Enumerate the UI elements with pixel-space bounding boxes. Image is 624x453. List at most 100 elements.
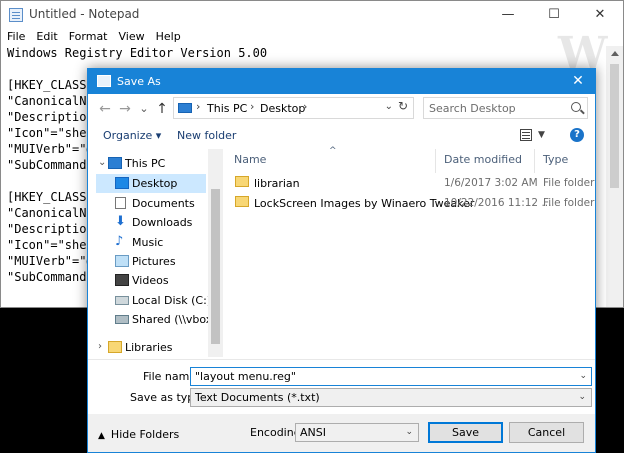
menu-file[interactable]: File bbox=[1, 28, 30, 43]
file-row[interactable]: librarian 1/6/2017 3:02 AM File folder bbox=[225, 173, 594, 193]
scroll-up-arrow-icon[interactable] bbox=[611, 51, 619, 56]
new-folder-button[interactable]: New folder bbox=[177, 129, 236, 142]
dialog-titlebar: Save As ✕ bbox=[88, 69, 595, 94]
text-line: Windows Registry Editor Version 5.00 bbox=[7, 46, 268, 60]
dropdown-arrow-icon[interactable]: ⌄ bbox=[579, 371, 587, 381]
disk-icon bbox=[115, 296, 129, 305]
expand-chevron-icon[interactable]: ⌄ bbox=[98, 157, 106, 168]
scrollbar-thumb[interactable] bbox=[211, 189, 220, 344]
file-name: librarian bbox=[254, 177, 300, 190]
search-placeholder: Search Desktop bbox=[429, 102, 516, 115]
nav-item-libraries[interactable]: › Libraries bbox=[96, 338, 206, 357]
column-divider[interactable] bbox=[435, 149, 436, 173]
view-options-icon[interactable] bbox=[520, 129, 532, 141]
encoding-select[interactable]: ANSI ⌄ bbox=[295, 423, 419, 442]
command-toolbar: Organize ▾ New folder ▼ ? bbox=[88, 125, 595, 147]
menu-edit[interactable]: Edit bbox=[30, 28, 62, 43]
cancel-button[interactable]: Cancel bbox=[509, 422, 584, 443]
nav-item-label: Libraries bbox=[125, 341, 173, 354]
up-arrow-icon[interactable]: ↑ bbox=[152, 99, 172, 119]
dialog-title: Save As bbox=[117, 75, 161, 88]
address-dropdown-icon[interactable]: ⌄ bbox=[385, 101, 393, 112]
menu-format[interactable]: Format bbox=[63, 28, 113, 43]
view-dropdown-icon[interactable]: ▼ bbox=[538, 130, 545, 140]
refresh-icon[interactable]: ↻ bbox=[395, 99, 411, 117]
nav-item-label: Documents bbox=[132, 197, 195, 210]
nav-item-label: Music bbox=[132, 236, 164, 249]
sort-arrow-icon: ^ bbox=[329, 146, 337, 156]
breadcrumb-separator[interactable]: › bbox=[196, 100, 200, 113]
network-drive-icon bbox=[115, 315, 129, 324]
file-row[interactable]: LockScreen Images by Winaero Tweaker 10/… bbox=[225, 193, 594, 213]
column-header-date[interactable]: Date modified bbox=[444, 153, 522, 166]
encoding-value: ANSI bbox=[300, 426, 326, 439]
nav-item-label: Desktop bbox=[132, 177, 178, 190]
notepad-vertical-scrollbar[interactable] bbox=[606, 46, 623, 307]
scrollbar-thumb[interactable] bbox=[610, 64, 619, 188]
back-arrow-icon[interactable]: ← bbox=[95, 99, 115, 119]
nav-item-downloads[interactable]: ⬇ Downloads bbox=[96, 213, 206, 232]
nav-item-music[interactable]: ♪ Music bbox=[96, 233, 206, 252]
nav-item-pictures[interactable]: Pictures bbox=[96, 252, 206, 271]
forward-arrow-icon[interactable]: → bbox=[115, 99, 135, 119]
desktop-icon bbox=[115, 177, 129, 189]
pc-icon bbox=[108, 157, 122, 169]
file-name: LockScreen Images by Winaero Tweaker bbox=[254, 197, 475, 210]
dropdown-arrow-icon[interactable]: ⌄ bbox=[405, 427, 413, 437]
music-icon: ♪ bbox=[115, 234, 124, 249]
column-divider[interactable] bbox=[534, 149, 535, 173]
file-list: Name ^ Date modified Type librarian 1/6/… bbox=[225, 146, 595, 437]
pictures-icon bbox=[115, 255, 129, 267]
nav-item-local-disk[interactable]: Local Disk (C:) bbox=[96, 291, 211, 310]
pc-icon bbox=[178, 103, 192, 113]
file-name-input[interactable]: "layout menu.reg" ⌄ bbox=[190, 367, 592, 386]
navigation-pane: ⌄ This PC Desktop Documents ⬇ Downloads … bbox=[96, 149, 223, 357]
address-row: ← → ⌄ ↑ › This PC › Desktop › ⌄ ↻ Search… bbox=[88, 94, 595, 125]
nav-item-label: This PC bbox=[125, 157, 166, 170]
save-as-type-value: Text Documents (*.txt) bbox=[195, 391, 320, 404]
documents-icon bbox=[115, 197, 126, 209]
organize-button[interactable]: Organize ▾ bbox=[103, 129, 161, 142]
downloads-icon: ⬇ bbox=[115, 214, 126, 229]
search-box[interactable]: Search Desktop bbox=[423, 97, 588, 119]
file-type: File folder bbox=[543, 197, 595, 209]
nav-item-label: Pictures bbox=[132, 255, 176, 268]
minimize-button[interactable]: — bbox=[485, 1, 531, 28]
expand-chevron-icon[interactable]: › bbox=[98, 341, 102, 352]
dialog-close-button[interactable]: ✕ bbox=[561, 69, 595, 94]
maximize-button[interactable]: ☐ bbox=[531, 1, 577, 28]
close-button[interactable]: ✕ bbox=[577, 1, 623, 28]
nav-item-videos[interactable]: Videos bbox=[96, 271, 206, 290]
nav-item-label: Downloads bbox=[132, 216, 193, 229]
hide-folders-button[interactable]: ▲ Hide Folders bbox=[98, 428, 179, 441]
breadcrumb-separator[interactable]: › bbox=[303, 100, 307, 113]
save-as-icon bbox=[97, 75, 111, 87]
breadcrumb-desktop[interactable]: Desktop bbox=[260, 102, 305, 115]
nav-item-label: Videos bbox=[132, 274, 169, 287]
save-as-dialog: Save As ✕ ← → ⌄ ↑ › This PC › Desktop › … bbox=[87, 68, 596, 453]
file-name-value: "layout menu.reg" bbox=[195, 370, 296, 383]
menu-help[interactable]: Help bbox=[150, 28, 186, 43]
menu-view[interactable]: View bbox=[113, 28, 150, 43]
breadcrumb-separator[interactable]: › bbox=[250, 100, 254, 113]
search-icon[interactable] bbox=[571, 102, 581, 112]
dialog-footer: ▲ Hide Folders Encoding: ANSI ⌄ Save Canc… bbox=[88, 414, 595, 452]
dropdown-arrow-icon[interactable]: ⌄ bbox=[578, 392, 586, 402]
folder-icon bbox=[235, 196, 249, 207]
notepad-title: Untitled - Notepad bbox=[29, 7, 140, 21]
address-bar[interactable]: › This PC › Desktop › ⌄ ↻ bbox=[173, 97, 414, 119]
nav-item-desktop[interactable]: Desktop bbox=[96, 174, 206, 193]
videos-icon bbox=[115, 274, 129, 286]
save-button[interactable]: Save bbox=[428, 422, 503, 443]
nav-item-shared[interactable]: Shared (\\vboxsr bbox=[96, 310, 222, 329]
save-as-type-select[interactable]: Text Documents (*.txt) ⌄ bbox=[190, 388, 592, 407]
column-header-name[interactable]: Name bbox=[234, 153, 266, 166]
recent-locations-chevron-icon[interactable]: ⌄ bbox=[134, 99, 154, 119]
nav-item-documents[interactable]: Documents bbox=[96, 194, 206, 213]
nav-pane-scrollbar[interactable] bbox=[208, 149, 222, 357]
column-header-type[interactable]: Type bbox=[543, 153, 568, 166]
help-icon[interactable]: ? bbox=[570, 128, 584, 142]
breadcrumb-this-pc[interactable]: This PC bbox=[207, 102, 247, 115]
nav-item-this-pc[interactable]: ⌄ This PC bbox=[96, 154, 206, 173]
hide-folders-label: Hide Folders bbox=[110, 428, 180, 441]
